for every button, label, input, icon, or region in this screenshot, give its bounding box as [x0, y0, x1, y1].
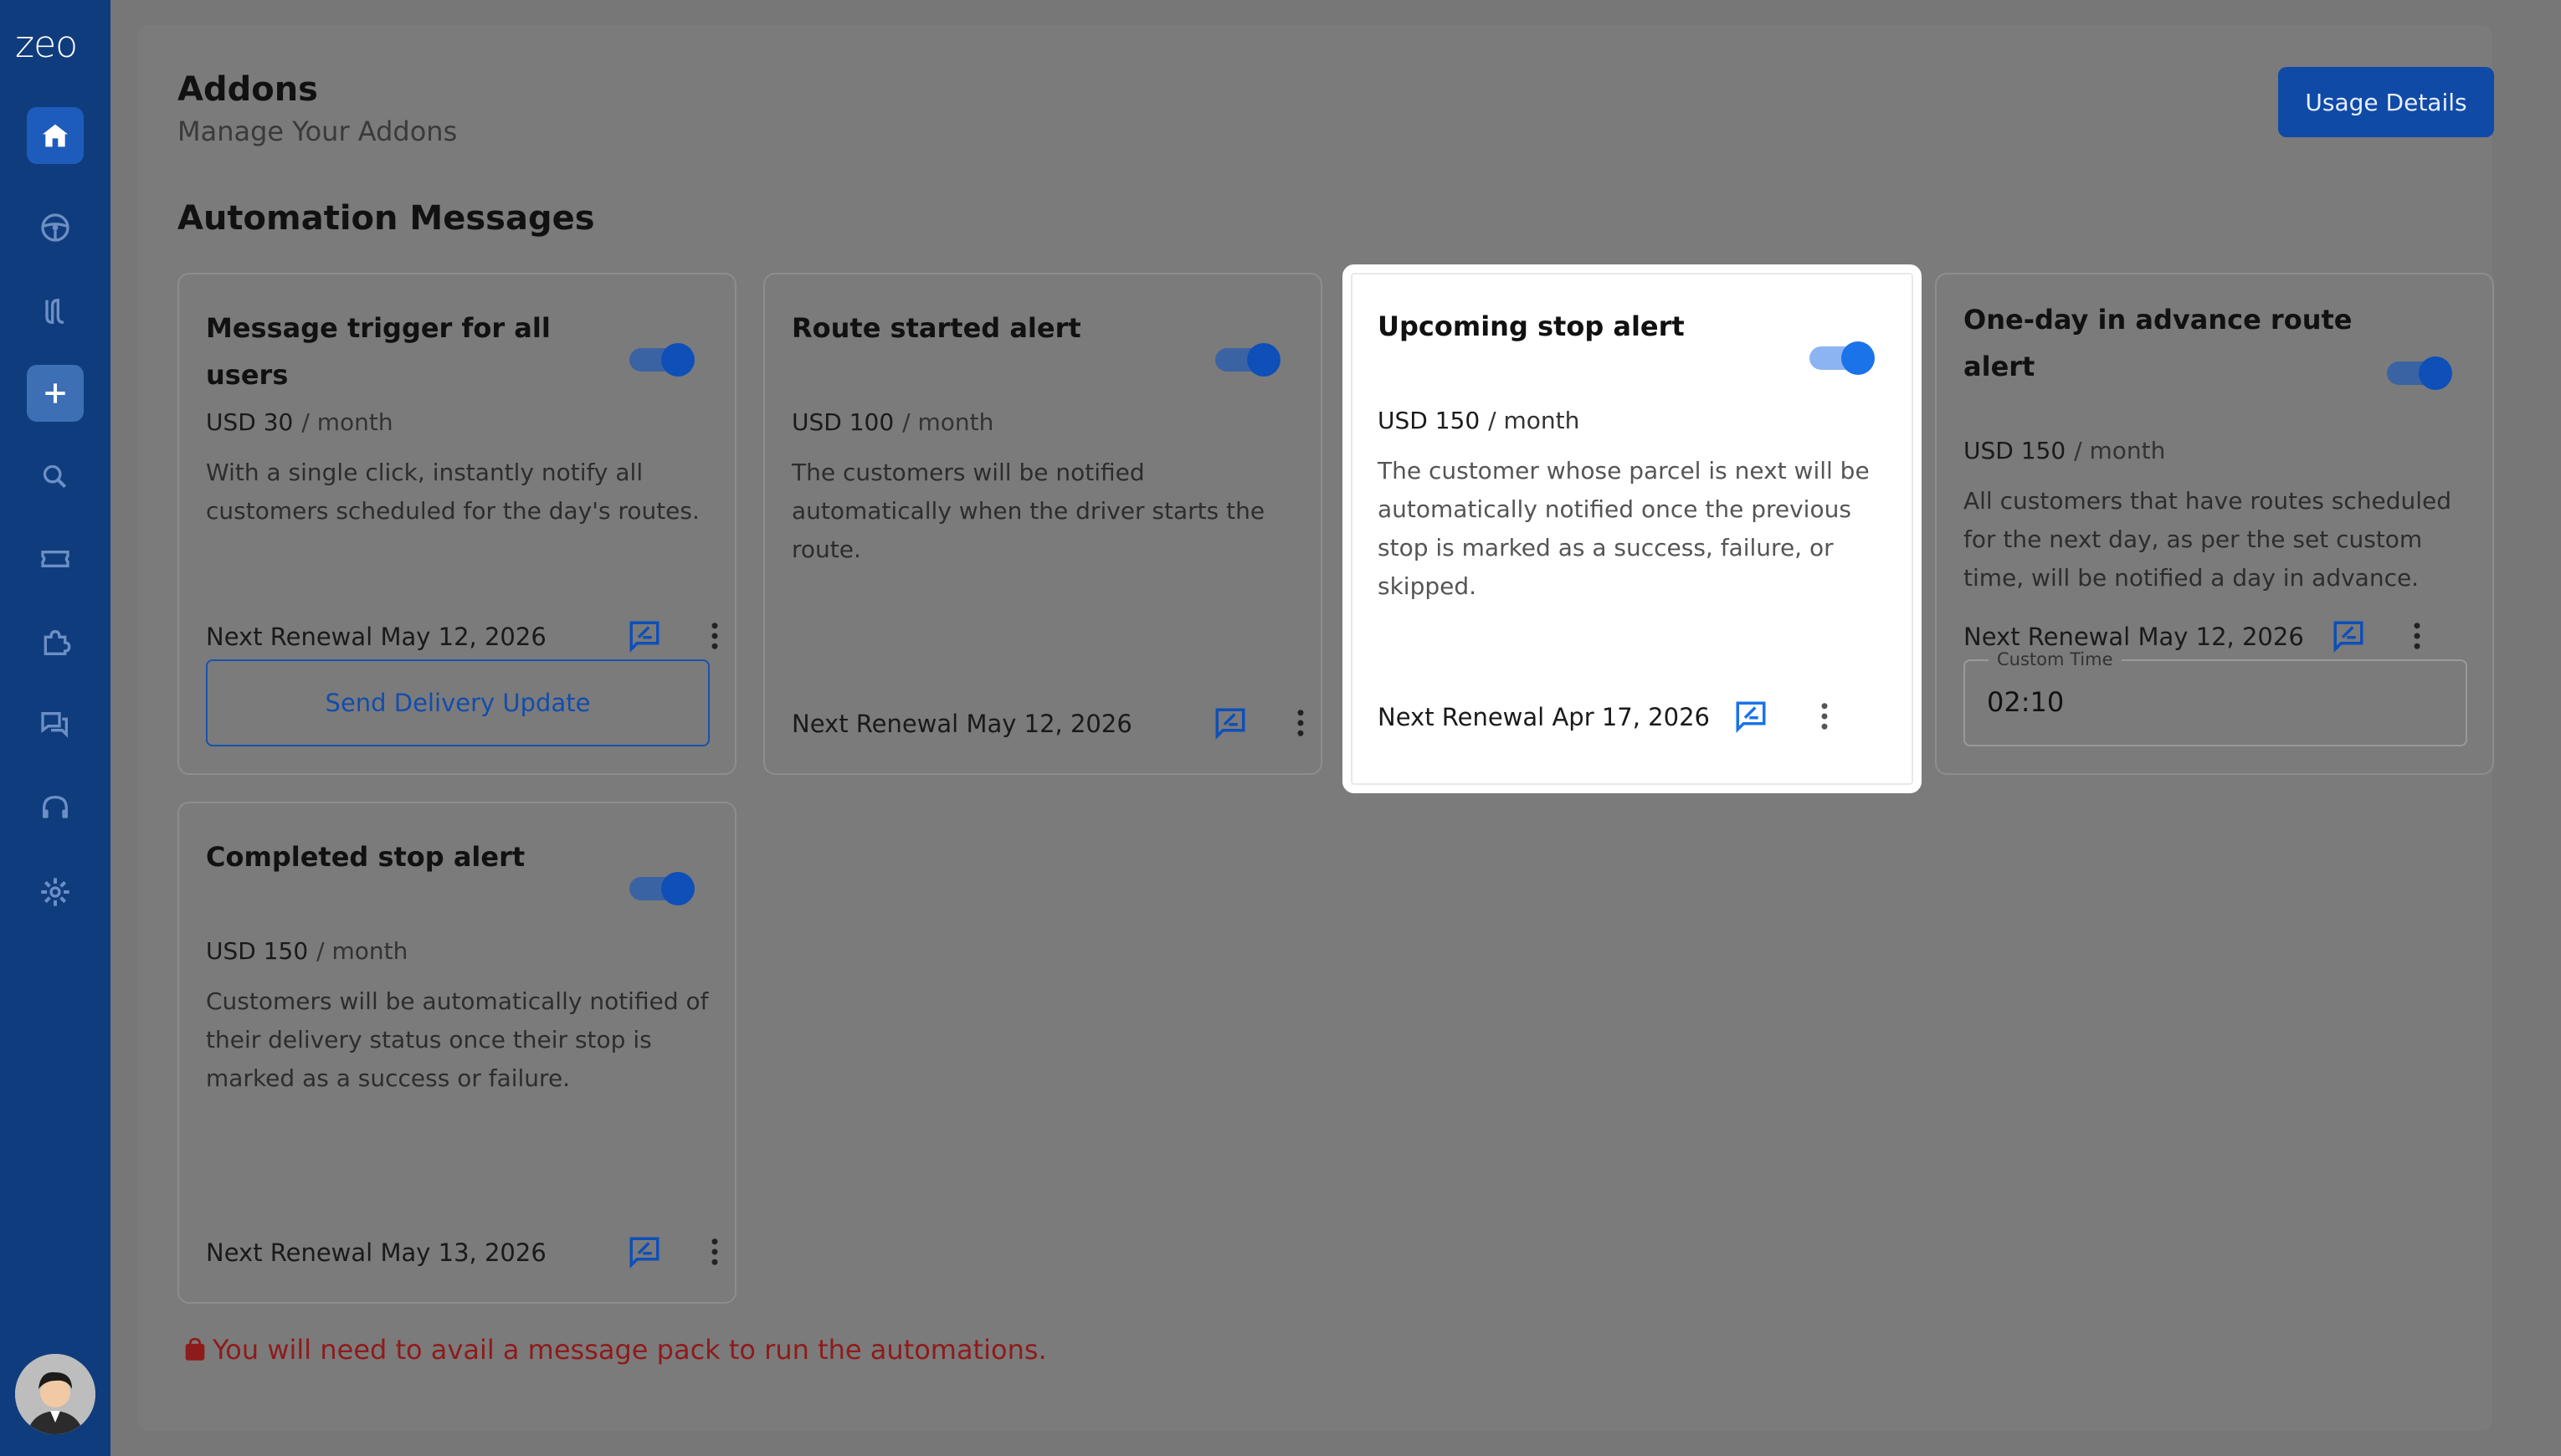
card-toggle[interactable]	[1215, 343, 1280, 377]
edit-message-button[interactable]	[2327, 614, 2370, 658]
sidebar-item-support[interactable]	[27, 780, 84, 837]
edit-message-icon	[629, 1237, 659, 1269]
custom-time-label: Custom Time	[1989, 649, 2122, 669]
sidebar-item-tickets[interactable]	[27, 531, 84, 587]
more-options-button[interactable]	[2395, 614, 2439, 658]
section-title: Automation Messages	[177, 199, 595, 238]
steering-wheel-icon	[41, 213, 69, 242]
sidebar-item-settings[interactable]	[27, 864, 84, 920]
more-options-button[interactable]	[693, 1230, 736, 1274]
usage-details-button[interactable]: Usage Details	[2278, 67, 2494, 137]
sidebar-item-search[interactable]	[27, 449, 84, 505]
more-vertical-icon	[2414, 623, 2420, 649]
edit-message-button[interactable]	[1729, 695, 1773, 738]
more-options-button[interactable]	[1803, 695, 1846, 738]
headset-icon	[43, 795, 68, 818]
more-vertical-icon	[1821, 703, 1828, 730]
edit-message-icon	[1215, 708, 1245, 740]
card-toggle[interactable]	[2387, 356, 2452, 390]
card-description: All customers that have routes scheduled…	[1963, 487, 2452, 592]
card-description: Customers will be automatically notified…	[206, 987, 709, 1092]
card-title: Upcoming stop alert	[1378, 310, 1685, 342]
card-toggle[interactable]	[1809, 341, 1875, 375]
more-options-button[interactable]	[693, 614, 736, 658]
avatar[interactable]	[15, 1354, 95, 1434]
chat-icon	[41, 712, 68, 738]
warning-text: You will need to avail a message pack to…	[213, 1334, 1047, 1366]
gear-icon	[41, 878, 69, 906]
main-panel: Addons Manage Your Addons Usage Details …	[137, 25, 2494, 1431]
sidebar: zeo	[0, 0, 110, 1456]
ticket-icon	[41, 551, 69, 567]
edit-message-icon	[1736, 701, 1766, 733]
shopping-bag-icon	[185, 1337, 205, 1361]
card-price: USD 100/ month	[792, 408, 994, 436]
card-description: The customer whose parcel is next will b…	[1378, 457, 1870, 600]
page-subtitle: Manage Your Addons	[177, 115, 458, 147]
edit-message-button[interactable]	[1209, 701, 1252, 745]
sidebar-item-addons[interactable]	[27, 614, 84, 671]
route-icon	[45, 298, 64, 325]
card-title: Message trigger for all users	[206, 312, 551, 391]
addon-card-route-started: Route started alert USD 100/ month The c…	[763, 273, 1322, 775]
card-renewal: Next Renewal May 12, 2026	[792, 710, 1132, 738]
sidebar-item-routes[interactable]	[27, 283, 84, 340]
addon-card-message-trigger: Message trigger for all users USD 30/ mo…	[177, 273, 736, 775]
card-price: USD 150/ month	[1378, 407, 1580, 434]
sidebar-item-add[interactable]	[27, 365, 84, 422]
addon-card-upcoming-stop: Upcoming stop alert USD 150/ month The c…	[1342, 264, 1922, 793]
custom-time-field[interactable]: Custom Time 02:10	[1963, 649, 2467, 746]
edit-message-button[interactable]	[623, 1230, 666, 1274]
card-renewal: Next Renewal Apr 17, 2026	[1378, 703, 1710, 731]
card-renewal: Next Renewal May 13, 2026	[206, 1238, 547, 1267]
card-title: Route started alert	[792, 312, 1081, 344]
page-title: Addons	[177, 70, 318, 109]
more-vertical-icon	[711, 623, 718, 649]
edit-message-button[interactable]	[623, 614, 666, 658]
sidebar-item-messages[interactable]	[27, 696, 84, 753]
home-icon	[43, 124, 68, 147]
card-toggle[interactable]	[629, 343, 695, 377]
card-price: USD 150/ month	[1963, 437, 2166, 464]
plus-icon	[45, 383, 65, 403]
addon-card-completed-stop: Completed stop alert USD 150/ month Cust…	[177, 802, 736, 1304]
card-toggle[interactable]	[629, 872, 695, 905]
search-icon	[43, 464, 67, 489]
card-description: The customers will be notified automatic…	[792, 459, 1265, 563]
more-vertical-icon	[1297, 710, 1304, 736]
card-title: One-day in advance route alert	[1963, 304, 2353, 382]
edit-message-icon	[629, 621, 659, 653]
send-delivery-update-button[interactable]: Send Delivery Update	[206, 659, 710, 746]
card-price: USD 150/ month	[206, 937, 408, 965]
user-avatar-icon	[15, 1354, 95, 1434]
card-description: With a single click, instantly notify al…	[206, 459, 700, 525]
more-vertical-icon	[711, 1238, 718, 1265]
card-renewal: Next Renewal May 12, 2026	[1963, 623, 2304, 651]
card-title: Completed stop alert	[206, 841, 526, 873]
puzzle-icon	[44, 629, 71, 655]
custom-time-value[interactable]: 02:10	[1987, 686, 2064, 718]
addon-card-one-day-advance: One-day in advance route alert USD 150/ …	[1935, 273, 2494, 775]
more-options-button[interactable]	[1279, 701, 1322, 745]
sidebar-item-home[interactable]	[27, 107, 84, 164]
sidebar-item-steering[interactable]	[27, 199, 84, 256]
edit-message-icon	[2333, 621, 2363, 653]
message-pack-warning: You will need to avail a message pack to…	[181, 1334, 1047, 1366]
card-renewal: Next Renewal May 12, 2026	[206, 623, 547, 651]
app-logo[interactable]: zeo	[15, 27, 95, 64]
card-price: USD 30/ month	[206, 408, 393, 436]
